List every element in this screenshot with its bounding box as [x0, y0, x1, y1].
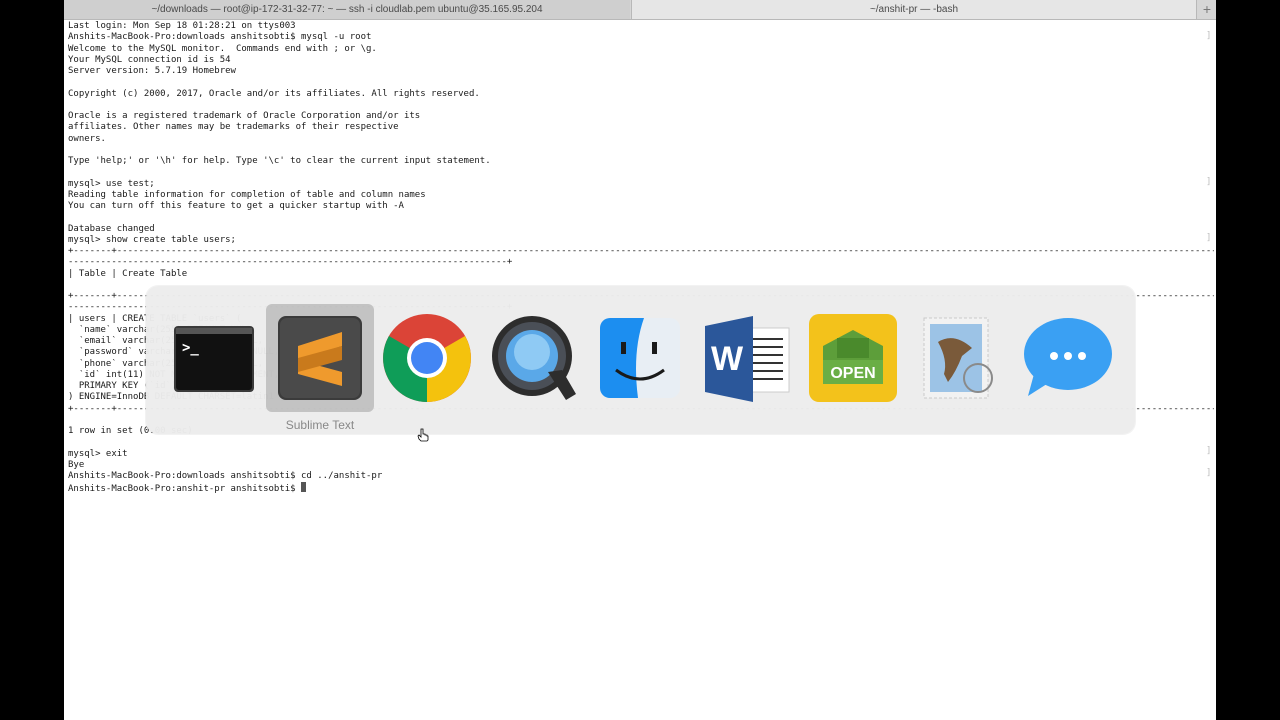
- app-quicktime[interactable]: [480, 304, 588, 412]
- terminal-line: affiliates. Other names may be trademark…: [68, 122, 399, 133]
- app-word[interactable]: W: [693, 304, 801, 412]
- terminal-line: Anshits-MacBook-Pro:downloads anshitsobt…: [68, 32, 372, 43]
- terminal-line: Type 'help;' or '\h' for help. Type '\c'…: [68, 156, 491, 166]
- terminal-line: Copyright (c) 2000, 2017, Oracle and/or …: [68, 88, 480, 99]
- terminal-cursor: [301, 482, 306, 493]
- terminal-line: mysql> show create table users;: [68, 234, 236, 245]
- terminal-line: You can turn off this feature to get a q…: [68, 201, 404, 211]
- tab-bar: ~/downloads — root@ip-172-31-32-77: ~ — …: [64, 0, 1216, 20]
- finder-icon: [600, 318, 680, 398]
- terminal-line: Anshits-MacBook-Pro:anshit-pr anshitsobt…: [68, 482, 1214, 494]
- terminal-line: Reading table information for completion…: [68, 189, 426, 200]
- terminal-line: ----------------------------------------…: [68, 257, 513, 268]
- terminal-line: Oracle is a registered trademark of Orac…: [68, 111, 421, 121]
- terminal-line: Welcome to the MySQL monitor. Commands e…: [68, 43, 377, 54]
- svg-text:>_: >_: [182, 340, 199, 356]
- bracket-mark: ]: [1206, 233, 1212, 243]
- messages-icon: [1024, 318, 1112, 396]
- chrome-icon: [383, 314, 471, 402]
- open-icon: OPEN: [809, 314, 897, 402]
- word-icon: W: [705, 316, 790, 402]
- bracket-mark: ]: [1206, 31, 1212, 41]
- app-open[interactable]: OPEN: [799, 304, 907, 412]
- terminal-line: Bye: [68, 459, 85, 470]
- terminal-line: mysql> use test;: [68, 178, 155, 189]
- app-mail[interactable]: [906, 304, 1014, 412]
- terminal-line: Last login: Mon Sep 18 01:28:21 on ttys0…: [68, 21, 296, 31]
- terminal-line: Your MySQL connection id is 54: [68, 54, 231, 65]
- terminal-line: Database changed: [68, 223, 155, 234]
- screen: ~/downloads — root@ip-172-31-32-77: ~ — …: [0, 0, 1280, 720]
- terminal-line: owners.: [68, 133, 106, 144]
- bracket-mark: ]: [1206, 177, 1212, 187]
- app-sublime-text[interactable]: [266, 304, 374, 412]
- hand-cursor-icon: [417, 428, 429, 442]
- terminal-line: Anshits-MacBook-Pro:downloads anshitsobt…: [68, 471, 383, 481]
- app-messages[interactable]: [1012, 304, 1120, 412]
- tab-bash-session[interactable]: ~/anshit-pr — -bash: [631, 0, 1196, 19]
- app-terminal[interactable]: >_: [160, 304, 268, 412]
- tab-ssh-session[interactable]: ~/downloads — root@ip-172-31-32-77: ~ — …: [64, 0, 630, 19]
- app-switcher: >_ W OPEN Sublime Text: [146, 286, 1135, 434]
- bracket-mark: ]: [1206, 468, 1212, 478]
- quicktime-icon: [492, 316, 576, 400]
- selected-app-label: Sublime Text: [285, 418, 355, 432]
- new-tab-button[interactable]: +: [1196, 0, 1216, 19]
- open-icon-text: OPEN: [830, 365, 875, 382]
- app-finder[interactable]: [586, 304, 694, 412]
- terminal-line: Server version: 5.7.19 Homebrew: [68, 66, 236, 76]
- terminal-line: +-------+-------------------------------…: [68, 246, 1214, 256]
- mail-icon: [923, 317, 993, 399]
- bracket-mark: ]: [1206, 446, 1212, 456]
- terminal-icon: >_: [174, 326, 254, 392]
- sublime-text-icon: [278, 316, 362, 400]
- svg-text:W: W: [711, 340, 744, 378]
- app-chrome[interactable]: [373, 304, 481, 412]
- terminal-line: | Table | Create Table: [68, 268, 188, 279]
- terminal-line: mysql> exit: [68, 448, 128, 459]
